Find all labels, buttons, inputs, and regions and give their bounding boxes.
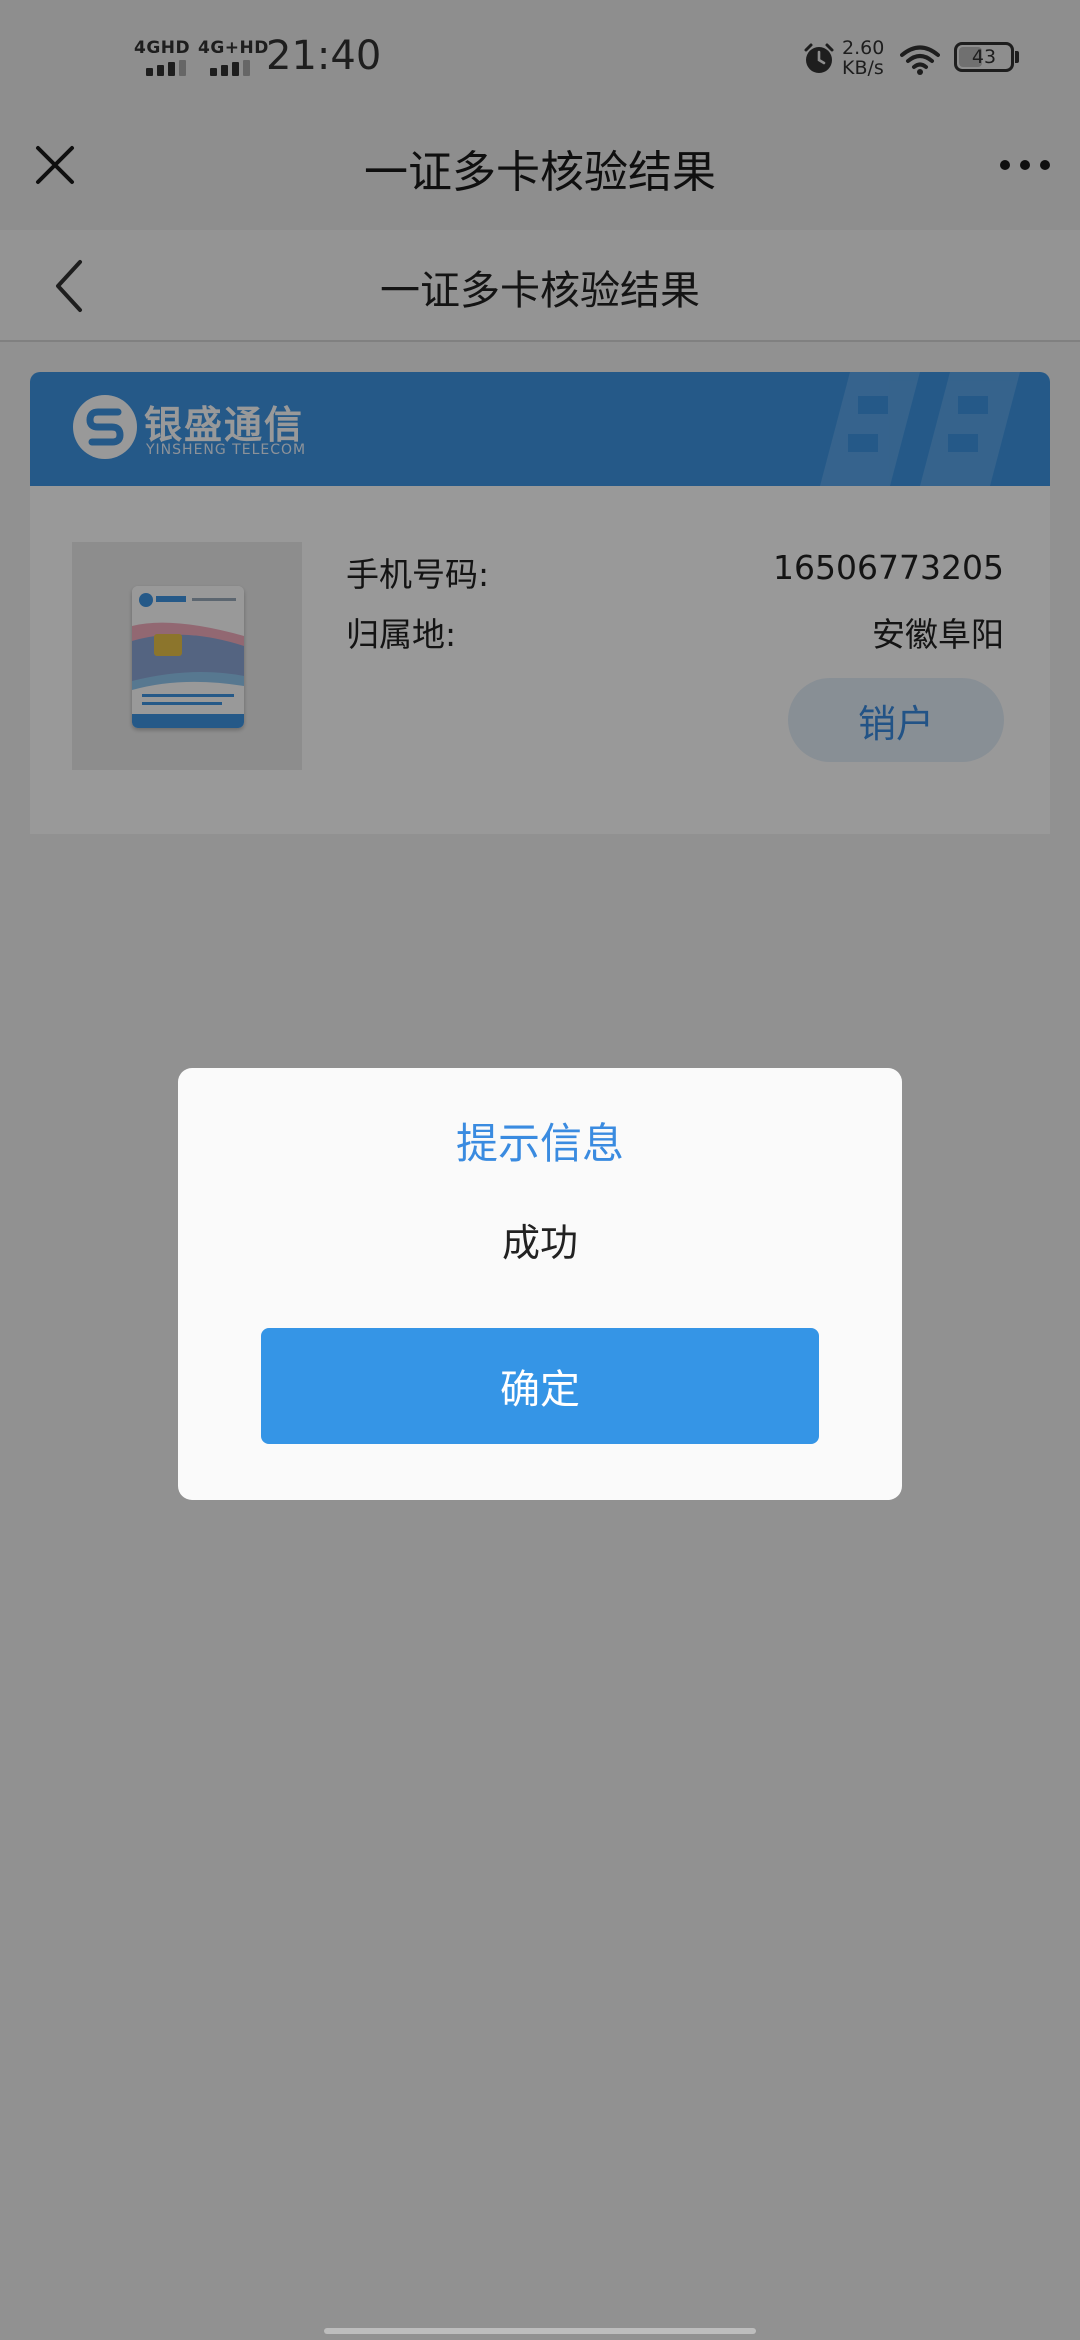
confirm-button[interactable]: 确定 (261, 1328, 819, 1444)
dialog-title: 提示信息 (455, 1119, 624, 1168)
alert-dialog: 提示信息 成功 确定 (178, 1068, 902, 1500)
home-indicator[interactable] (324, 2328, 756, 2334)
dialog-message: 成功 (501, 1221, 578, 1265)
